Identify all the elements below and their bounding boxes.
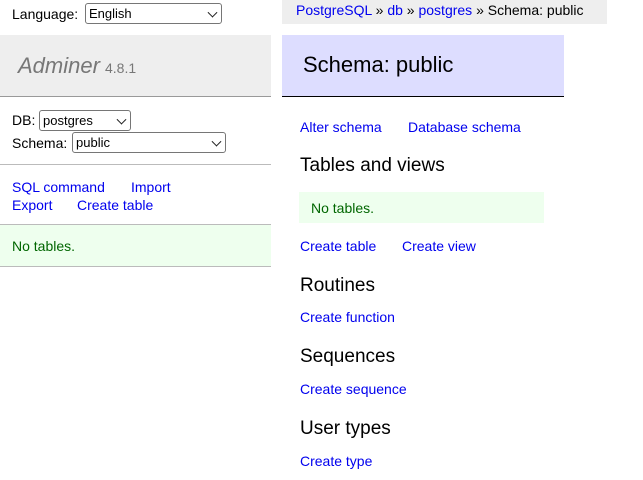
breadcrumb-separator: » [476, 2, 488, 18]
schema-select-wrapper[interactable]: public [72, 132, 226, 153]
breadcrumb: PostgreSQL » db » postgres » Schema: pub… [282, 0, 607, 24]
breadcrumb-separator: » [406, 2, 419, 18]
breadcrumb-current: Schema: public [487, 2, 584, 18]
create-sequence-link[interactable]: Create sequence [300, 381, 407, 397]
create-function-link[interactable]: Create function [300, 309, 395, 325]
menu-divider [0, 164, 271, 165]
logo-bar: Adminer 4.8.1 [0, 35, 271, 97]
export-link[interactable]: Export [12, 197, 52, 213]
language-select-wrapper[interactable]: English [85, 3, 222, 24]
sql-command-link[interactable]: SQL command [12, 179, 105, 195]
db-select[interactable]: postgres [39, 110, 131, 131]
menu-no-tables-text: No tables. [12, 238, 76, 254]
db-select-wrapper[interactable]: postgres [39, 110, 131, 131]
menu-create-table-link[interactable]: Create table [77, 197, 153, 213]
alter-schema-link[interactable]: Alter schema [300, 119, 382, 135]
page-title-box: Schema: public [282, 35, 564, 97]
create-table-link[interactable]: Create table [300, 238, 376, 254]
tables-and-views-heading: Tables and views [300, 155, 445, 176]
breadcrumb-database-link[interactable]: postgres [418, 2, 472, 18]
breadcrumb-server-link[interactable]: PostgreSQL [296, 2, 372, 18]
user-types-heading: User types [300, 418, 391, 439]
sequences-heading: Sequences [300, 346, 396, 367]
database-schema-link[interactable]: Database schema [408, 119, 521, 135]
adminer-version: 4.8.1 [105, 60, 137, 76]
schema-select[interactable]: public [72, 132, 226, 153]
tables-message: No tables. [299, 192, 544, 223]
import-link[interactable]: Import [131, 179, 171, 195]
breadcrumb-db-link[interactable]: db [387, 2, 403, 18]
language-label: Language: [12, 6, 79, 22]
schema-label: Schema: [12, 135, 68, 151]
page-title: Schema: public [303, 52, 454, 77]
breadcrumb-separator: » [375, 2, 388, 18]
menu-tables-message: No tables. [0, 225, 271, 267]
create-type-link[interactable]: Create type [300, 453, 372, 469]
no-tables-text: No tables. [311, 200, 375, 216]
adminer-logo-link[interactable]: Adminer [18, 53, 100, 79]
routines-heading: Routines [300, 275, 375, 296]
language-select[interactable]: English [85, 3, 222, 24]
db-label: DB: [12, 112, 36, 128]
create-view-link[interactable]: Create view [402, 238, 476, 254]
